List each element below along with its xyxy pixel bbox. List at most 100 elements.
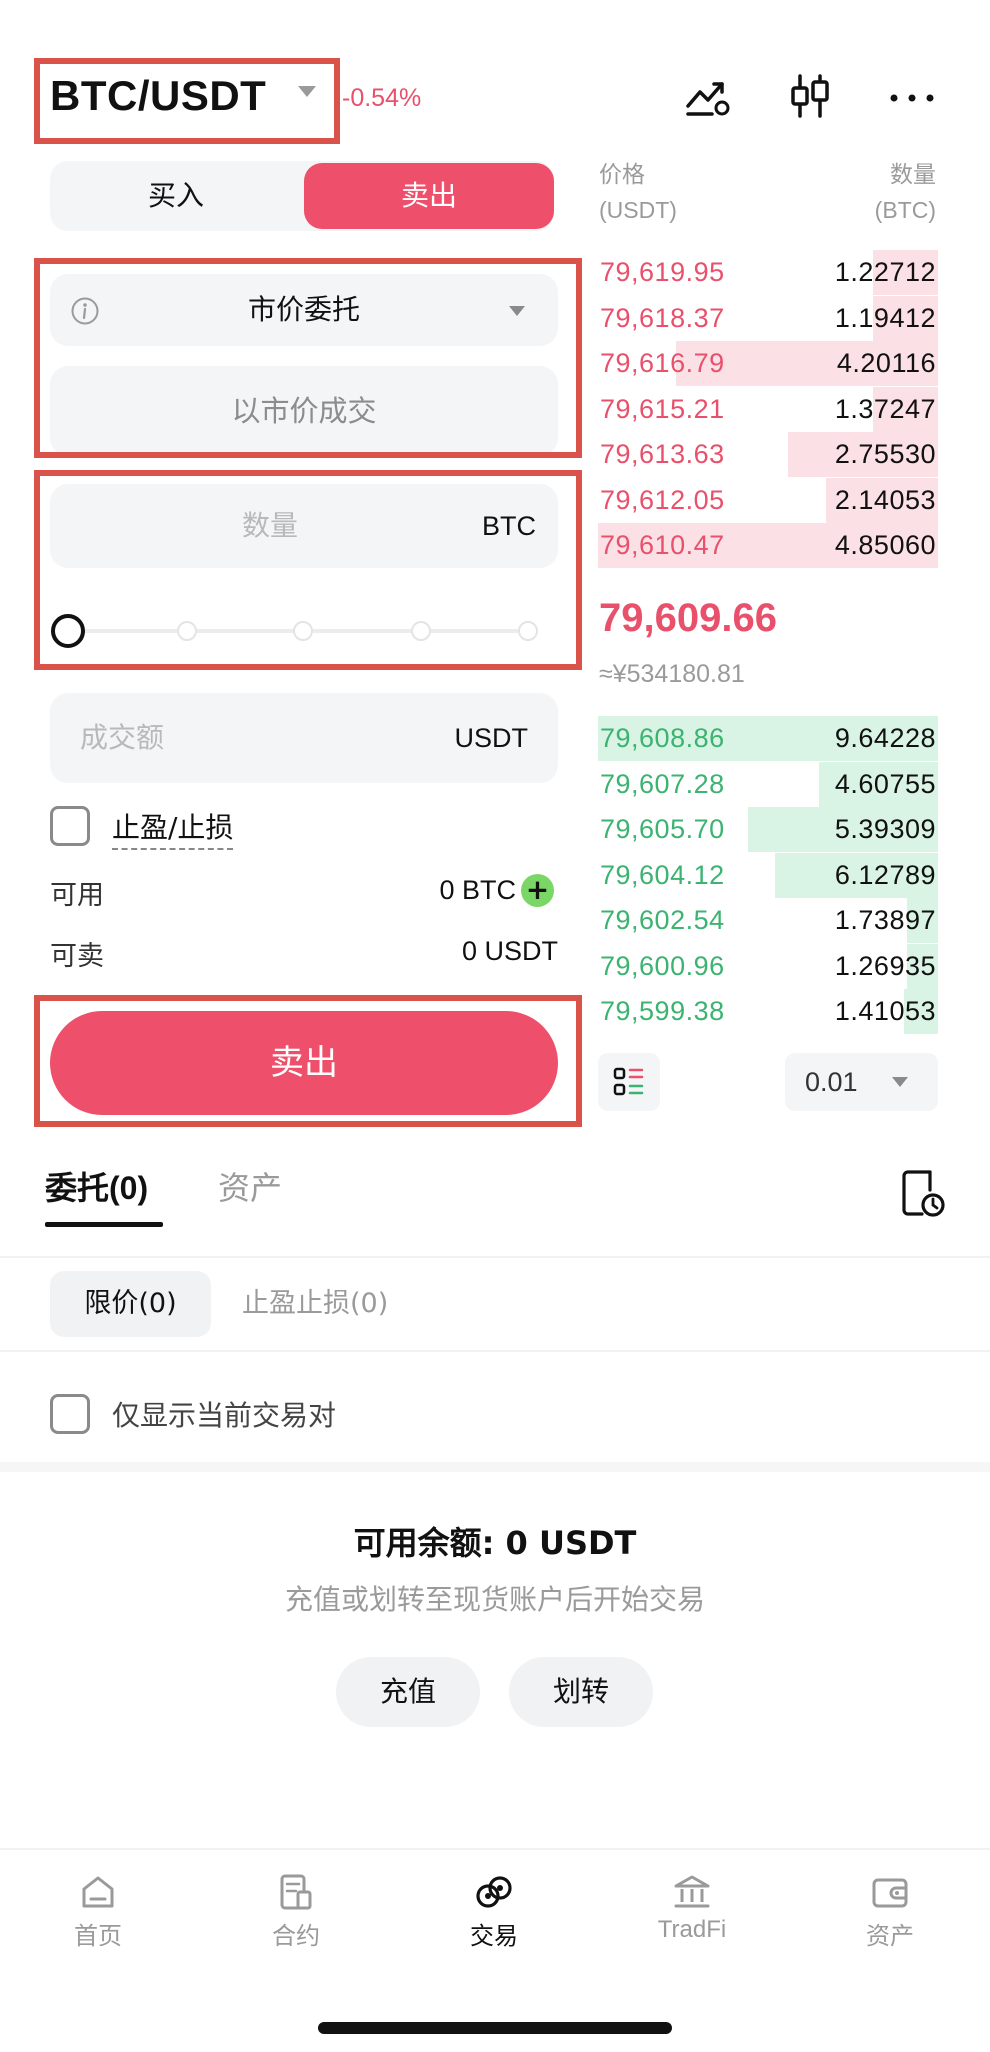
chart-analysis-icon[interactable] <box>684 72 732 120</box>
ask-size: 1.37247 <box>834 393 936 424</box>
bid-price: 79,602.54 <box>600 905 725 935</box>
tab-buy[interactable]: 买入 <box>50 161 302 231</box>
bid-size: 6.12789 <box>834 859 936 890</box>
home-indicator <box>318 2022 672 2034</box>
deposit-button[interactable]: 充值 <box>336 1657 480 1727</box>
ask-row[interactable]: 79,610.47 4.85060 <box>598 523 938 568</box>
precision-value: 0.01 <box>805 1067 858 1097</box>
nav-tradfi[interactable]: TradFi <box>632 1872 752 1944</box>
tab-underline <box>45 1222 163 1227</box>
ask-size: 1.19412 <box>834 302 936 333</box>
bid-size: 5.39309 <box>834 814 936 844</box>
ask-size: 4.85060 <box>834 530 936 560</box>
size-header-label: 数量 <box>890 161 936 187</box>
candlestick-icon[interactable] <box>786 72 834 120</box>
slider-stop-75[interactable] <box>411 621 431 641</box>
ask-row[interactable]: 79,618.37 1.19412 <box>598 295 938 341</box>
bid-row[interactable]: 79,602.54 1.73897 <box>598 898 938 943</box>
trade-icon <box>476 1876 512 1908</box>
chip-tpsl-orders[interactable]: 止盈止损(0) <box>242 1271 388 1337</box>
nav-label-tradfi: TradFi <box>657 1916 727 1943</box>
tab-assets[interactable]: 资产 <box>218 1163 282 1209</box>
price-column-header: 价格 (USDT) <box>599 156 677 228</box>
bid-size: 1.41053 <box>834 996 936 1026</box>
nav-label-home: 首页 <box>74 1922 122 1950</box>
chevron-down-icon <box>892 1077 908 1087</box>
bid-price: 79,599.38 <box>600 996 725 1026</box>
ask-row[interactable]: 79,615.21 1.37247 <box>598 386 938 432</box>
pair-dropdown-icon[interactable] <box>298 86 316 97</box>
more-icon[interactable] <box>888 72 936 120</box>
ask-price: 79,618.37 <box>600 302 725 333</box>
nav-futures[interactable]: 合约 <box>236 1872 356 1951</box>
order-type-value: 市价委托 <box>247 293 360 326</box>
ask-price: 79,612.05 <box>600 484 725 515</box>
ask-price: 79,616.79 <box>600 348 725 378</box>
futures-icon <box>280 1874 312 1910</box>
available-label: 可用 <box>50 880 104 911</box>
bid-row[interactable]: 79,599.38 1.41053 <box>598 989 938 1034</box>
bid-row[interactable]: 79,600.96 1.26935 <box>598 943 938 989</box>
tpsl-label[interactable]: 止盈/止损 <box>112 806 234 850</box>
market-price-text: 以市价成交 <box>231 394 377 428</box>
nav-trade[interactable]: 交易 <box>434 1872 554 1951</box>
bid-row[interactable]: 79,607.28 4.60755 <box>598 761 938 807</box>
only-current-pair-label[interactable]: 仅显示当前交易对 <box>112 1394 336 1434</box>
bid-row[interactable]: 79,605.70 5.39309 <box>598 807 938 852</box>
bank-icon <box>674 1875 710 1908</box>
ask-row[interactable]: 79,619.95 1.22712 <box>598 250 938 295</box>
nav-label-assets: 资产 <box>866 1922 914 1950</box>
sell-button[interactable]: 卖出 <box>50 1011 558 1115</box>
bid-size: 1.73897 <box>834 905 936 935</box>
last-price[interactable]: 79,609.66 <box>599 596 777 641</box>
ask-size: 4.20116 <box>836 348 936 378</box>
precision-select[interactable]: 0.01 <box>785 1053 938 1111</box>
bid-size: 9.64228 <box>834 723 936 753</box>
available-value: 0 BTC <box>439 875 516 905</box>
bid-size: 4.60755 <box>834 768 936 799</box>
ask-size: 2.75530 <box>834 439 936 469</box>
tab-orders[interactable]: 委托(0) <box>45 1163 148 1209</box>
tab-sell[interactable]: 卖出 <box>304 163 554 229</box>
transfer-button[interactable]: 划转 <box>509 1657 653 1727</box>
quantity-slider-knob[interactable] <box>51 614 85 648</box>
ask-price: 79,613.63 <box>600 439 725 469</box>
ask-row[interactable]: 79,612.05 2.14053 <box>598 477 938 523</box>
section-divider <box>0 1462 990 1472</box>
amount-input[interactable]: 成交额 USDT <box>50 693 558 783</box>
bid-row[interactable]: 79,604.12 6.12789 <box>598 852 938 898</box>
orderbook-layout-icon <box>613 1067 644 1096</box>
nav-assets[interactable]: 资产 <box>830 1872 950 1951</box>
ask-price: 79,619.95 <box>600 257 725 287</box>
bid-price: 79,600.96 <box>600 950 725 981</box>
ask-price: 79,610.47 <box>600 530 725 560</box>
bid-price: 79,604.12 <box>600 859 725 890</box>
quantity-unit: BTC <box>482 511 536 541</box>
available-balance-title: 可用余额: 0 USDT <box>353 1524 637 1562</box>
order-history-icon[interactable] <box>900 1168 946 1218</box>
orderbook-layout-button[interactable] <box>598 1053 660 1111</box>
slider-stop-25[interactable] <box>177 621 197 641</box>
only-current-pair-checkbox[interactable] <box>50 1394 90 1434</box>
market-price-field: 以市价成交 <box>50 366 558 456</box>
quantity-placeholder: 数量 <box>241 509 298 542</box>
slider-stop-50[interactable] <box>293 621 313 641</box>
divider <box>0 1350 990 1352</box>
home-icon <box>82 1876 114 1908</box>
sellable-value: 0 USDT <box>461 936 558 966</box>
divider <box>0 1256 990 1258</box>
tpsl-checkbox[interactable] <box>50 806 90 846</box>
add-funds-icon[interactable]: + <box>521 874 554 907</box>
slider-stop-100[interactable] <box>518 621 538 641</box>
bid-row[interactable]: 79,608.86 9.64228 <box>598 716 938 761</box>
quantity-input[interactable]: 数量 BTC <box>50 484 558 568</box>
chip-limit-orders[interactable]: 限价(0) <box>50 1271 211 1337</box>
sellable-label: 可卖 <box>50 941 104 972</box>
ask-size: 2.14053 <box>834 484 936 515</box>
order-type-select[interactable]: 市价委托 <box>50 274 558 346</box>
nav-label-futures: 合约 <box>272 1922 320 1950</box>
nav-home[interactable]: 首页 <box>38 1872 158 1951</box>
ask-row[interactable]: 79,616.79 4.20116 <box>598 341 938 386</box>
trading-pair-title[interactable]: BTC/USDT <box>50 72 266 120</box>
ask-row[interactable]: 79,613.63 2.75530 <box>598 432 938 477</box>
